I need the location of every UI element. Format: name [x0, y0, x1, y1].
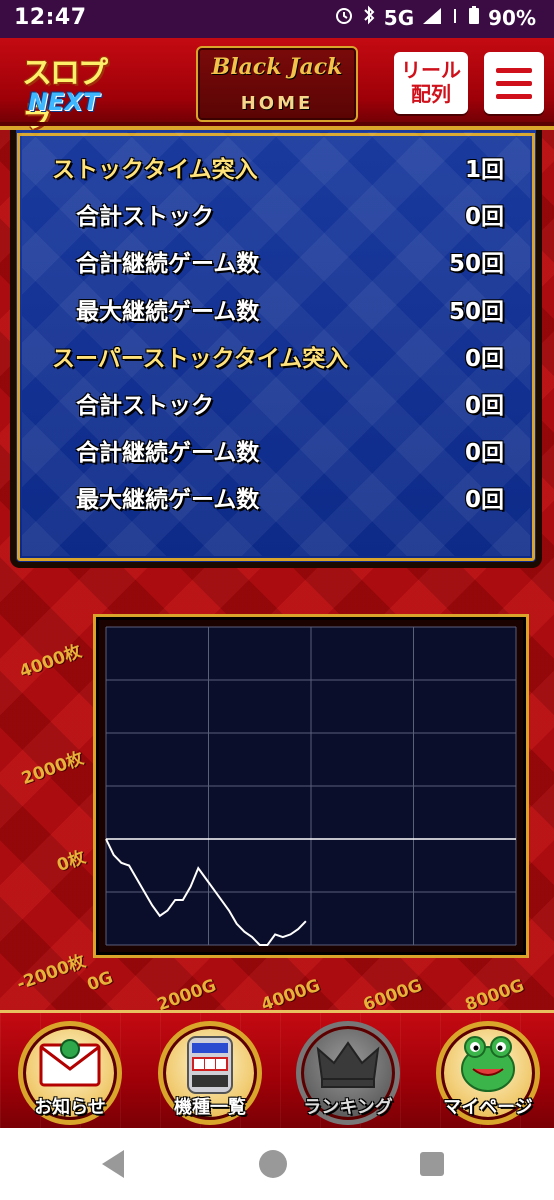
stat-value: 0回	[464, 345, 504, 372]
battery-icon	[468, 5, 480, 30]
stats-panel: ストックタイム突入 1回 合計ストック 0回 合計継続ゲーム数 50回 最大継続ゲーム数 50…	[10, 130, 542, 568]
x-tick-label: 0G	[84, 967, 116, 996]
alarm-icon	[334, 5, 354, 30]
nav-ranking-button[interactable]: ランキング	[296, 1021, 400, 1125]
envelope-icon	[39, 1039, 101, 1087]
home-label: HOME	[240, 93, 314, 114]
x-tick-label: 4000G	[258, 975, 324, 1010]
stat-row: ストックタイム突入 1回	[16, 150, 536, 190]
hamburger-menu-icon[interactable]	[484, 52, 544, 114]
nav-ranking-label: ランキング	[303, 1097, 393, 1118]
stat-row: 最大継続ゲーム数 50回	[16, 292, 536, 332]
stat-label: ストックタイム突入	[52, 157, 258, 183]
nav-news-button[interactable]: お知らせ	[18, 1021, 122, 1125]
x-tick-label: 6000G	[360, 975, 426, 1010]
signal-icon	[422, 6, 442, 30]
stat-row: スーパーストックタイム突入 0回	[16, 339, 536, 379]
status-time: 12:47	[14, 5, 87, 30]
app-logo[interactable]: スロプラ NEXT	[22, 48, 130, 135]
back-icon[interactable]	[102, 1150, 124, 1178]
stat-label: 最大継続ゲーム数	[76, 487, 260, 514]
stat-label: 合計継続ゲーム数	[76, 251, 260, 278]
y-tick-label: 2000枚	[18, 748, 87, 790]
stat-row: 合計継続ゲーム数 0回	[16, 433, 536, 473]
nav-mypage-label: マイページ	[443, 1097, 533, 1118]
reel-layout-button[interactable]: リール 配列	[394, 52, 468, 114]
app-header: スロプラ NEXT Black Jack HOME リール 配列	[0, 38, 554, 135]
reel-label-line1: リール	[401, 58, 461, 82]
stat-row: 合計ストック 0回	[16, 197, 536, 237]
recents-icon[interactable]	[420, 1152, 444, 1176]
stat-value: 0回	[464, 204, 504, 231]
reel-label-line2: 配列	[411, 82, 451, 106]
y-tick-label: 0枚	[54, 847, 89, 877]
stat-row: 最大継続ゲーム数 0回	[16, 480, 536, 520]
stat-row: 合計継続ゲーム数 50回	[16, 244, 536, 284]
system-nav-bar	[0, 1128, 554, 1200]
home-button[interactable]: Black Jack HOME	[196, 46, 358, 122]
nav-machines-button[interactable]: 機種一覧	[158, 1021, 262, 1125]
nav-mypage-button[interactable]: マイページ	[436, 1021, 540, 1125]
nav-news-label: お知らせ	[34, 1097, 106, 1118]
nav-machines-label: 機種一覧	[174, 1097, 246, 1118]
bottom-nav: お知らせ 機種一覧 ランキング マイページ	[0, 1010, 554, 1128]
stat-value: 50回	[448, 298, 504, 325]
stat-value: 0回	[464, 440, 504, 467]
stat-label: スーパーストックタイム突入	[52, 345, 349, 372]
stat-value: 1回	[464, 157, 504, 183]
logo-text-bottom: NEXT	[28, 88, 100, 116]
bluetooth-icon	[362, 5, 376, 30]
stat-label: 合計ストック	[76, 393, 214, 419]
stat-label: 最大継続ゲーム数	[76, 298, 260, 325]
status-bar: 12:47 5G 90%	[0, 0, 554, 38]
slot-machine-icon	[187, 1036, 233, 1094]
x-tick-label: 2000G	[154, 975, 220, 1010]
network-type: 5G	[383, 5, 415, 30]
home-brand-logo: Black Jack	[211, 54, 343, 80]
stat-label: 合計継続ゲーム数	[76, 440, 260, 467]
y-tick-label: -2000枚	[14, 951, 89, 995]
stat-value: 0回	[464, 487, 504, 514]
home-circle-icon[interactable]	[259, 1150, 287, 1178]
frog-icon	[461, 1036, 515, 1092]
stat-label: 合計ストック	[76, 204, 214, 231]
crown-icon	[316, 1041, 380, 1088]
stat-value: 0回	[464, 393, 504, 419]
main-content: ストックタイム突入 1回 合計ストック 0回 合計継続ゲーム数 50回 最大継続ゲーム数 50…	[0, 130, 554, 1010]
chart-frame	[93, 614, 529, 958]
x-tick-label: 8000G	[462, 975, 528, 1010]
wifi-off-icon	[450, 6, 460, 30]
stat-value: 50回	[448, 251, 504, 278]
battery-percent: 90%	[488, 5, 536, 30]
medal-chart	[105, 626, 517, 946]
y-tick-label: 4000枚	[16, 641, 85, 683]
stat-row: 合計ストック 0回	[16, 386, 536, 426]
status-icons: 5G 90%	[334, 5, 536, 30]
